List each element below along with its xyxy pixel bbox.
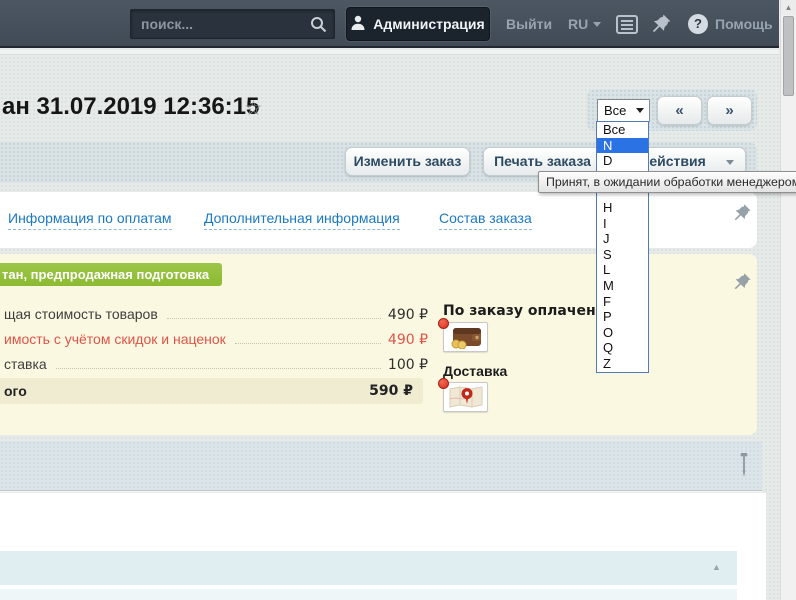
- wallet-icon: [448, 325, 484, 349]
- chevron-down-icon: [726, 160, 734, 165]
- dotted-leader: [235, 343, 381, 344]
- sort-arrow-icon[interactable]: ▲: [712, 562, 721, 572]
- straight-pin-icon[interactable]: [739, 452, 749, 483]
- dropdown-option[interactable]: H: [597, 200, 648, 216]
- search-box: [130, 9, 335, 39]
- dropdown-option[interactable]: S: [597, 247, 648, 263]
- admin-menu-label: Администрация: [373, 16, 484, 32]
- cost-label: имость с учётом скидок и наценок: [4, 331, 226, 347]
- dropdown-option[interactable]: I: [597, 216, 648, 232]
- dropdown-option[interactable]: M: [597, 278, 648, 294]
- quick-notes-icon[interactable]: [616, 15, 638, 39]
- delivery-alert-dot: [438, 378, 449, 389]
- map-pin-icon: [448, 385, 484, 409]
- topbar-shadow-strip: [0, 50, 779, 55]
- section-divider: [0, 490, 762, 492]
- cost-row-subtotal: щая стоимость товаров 490 ₽: [4, 306, 428, 323]
- dropdown-option[interactable]: J: [597, 231, 648, 247]
- status-filter-select[interactable]: Все: [597, 99, 650, 122]
- status-tooltip: Принят, в ожидании обработки менеджером: [538, 171, 796, 193]
- page-title: ан 31.07.2019 12:36:15: [2, 93, 259, 121]
- vertical-scrollbar[interactable]: ▲: [780, 0, 796, 600]
- payment-wallet-tile[interactable]: [443, 322, 488, 352]
- total-label: ого: [4, 383, 27, 399]
- cost-label: щая стоимость товаров: [4, 306, 158, 322]
- question-mark-icon: ?: [688, 14, 708, 34]
- topbar: Администрация Выйти RU ? Помощь: [0, 0, 779, 48]
- status-filter-value: Все: [604, 103, 626, 118]
- tab-payments-info[interactable]: Информация по оплатам: [8, 210, 172, 230]
- lower-section-band: [0, 441, 762, 490]
- logout-link[interactable]: Выйти: [506, 0, 552, 48]
- delivery-map-tile[interactable]: [443, 382, 488, 412]
- tab-additional-info[interactable]: Дополнительная информация: [204, 210, 400, 230]
- cost-label: ставка: [4, 356, 47, 372]
- chevron-down-icon: [636, 108, 644, 113]
- order-details-screen: Администрация Выйти RU ? Помощь ан 31.07…: [0, 0, 796, 600]
- dropdown-option[interactable]: O: [597, 325, 648, 341]
- dotted-leader: [167, 318, 381, 319]
- status-filter-dropdown-list: Все N D H I J S L M F P O Q Z: [596, 121, 649, 373]
- dotted-leader: [56, 368, 381, 369]
- previous-order-button[interactable]: «: [657, 96, 702, 125]
- dropdown-option[interactable]: L: [597, 262, 648, 278]
- language-selector[interactable]: RU: [568, 0, 601, 48]
- pin-panel-icon[interactable]: [733, 272, 752, 291]
- actions-label: Действия: [639, 153, 706, 169]
- cost-row-total: ого 590 ₽: [0, 378, 423, 404]
- table-row[interactable]: [0, 589, 737, 600]
- bottom-panel: ▲: [0, 493, 766, 600]
- help-label: Помощь: [715, 0, 773, 48]
- dropdown-option[interactable]: Z: [597, 356, 648, 372]
- edit-order-button[interactable]: Изменить заказ: [345, 147, 470, 176]
- payment-alert-dot: [438, 318, 449, 329]
- favorite-star-icon[interactable]: ☆: [244, 96, 263, 121]
- cost-value: 100 ₽: [388, 357, 428, 373]
- language-label: RU: [568, 0, 588, 48]
- dropdown-option[interactable]: P: [597, 309, 648, 325]
- dropdown-option[interactable]: Все: [597, 122, 648, 138]
- total-value: 590 ₽: [369, 383, 413, 399]
- admin-menu-button[interactable]: Администрация: [346, 7, 490, 41]
- cost-row-discounted: имость с учётом скидок и наценок 490 ₽: [4, 331, 428, 348]
- cost-value: 490 ₽: [388, 307, 428, 323]
- search-input[interactable]: [131, 10, 334, 38]
- scrollbar-thumb[interactable]: [783, 16, 794, 96]
- cost-row-shipping: ставка 100 ₽: [4, 356, 428, 373]
- delivery-label: Доставка: [443, 363, 507, 379]
- dropdown-option-selected[interactable]: N: [597, 138, 648, 154]
- order-status-badge: тан, предпродажная подготовка: [0, 263, 222, 286]
- next-order-button[interactable]: »: [707, 96, 752, 125]
- pushpin-icon[interactable]: [651, 13, 672, 39]
- tab-order-contents[interactable]: Состав заказа: [439, 210, 532, 230]
- dropdown-option[interactable]: D: [597, 153, 648, 169]
- dropdown-option[interactable]: F: [597, 294, 648, 310]
- cost-value: 490 ₽: [388, 332, 428, 348]
- chevron-down-icon: [593, 22, 601, 27]
- dropdown-option[interactable]: Q: [597, 340, 648, 356]
- search-icon[interactable]: [310, 16, 327, 38]
- table-header-band[interactable]: ▲: [0, 551, 737, 585]
- user-icon: [351, 15, 365, 33]
- scrollbar-up-arrow[interactable]: ▲: [781, 0, 796, 15]
- pin-panel-icon[interactable]: [733, 203, 752, 222]
- help-button[interactable]: ? Помощь: [688, 0, 773, 48]
